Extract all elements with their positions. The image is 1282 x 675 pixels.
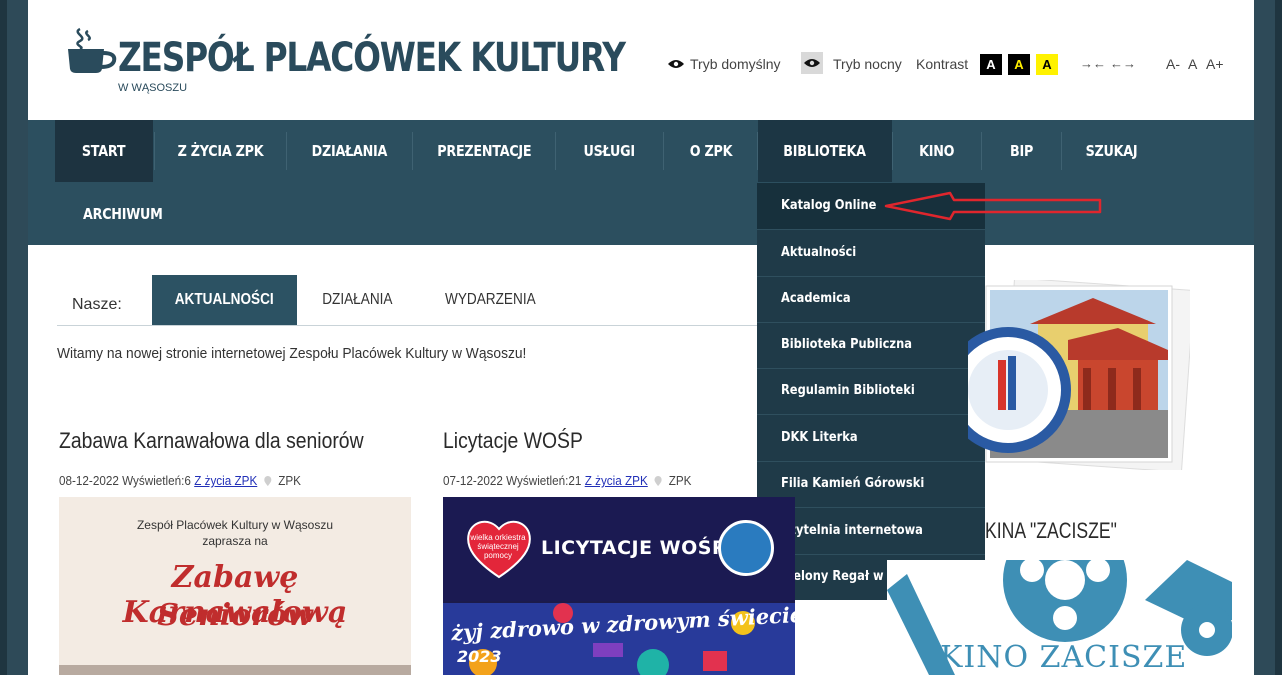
post-views: Wyświetleń:21: [506, 473, 582, 488]
thumbnail-text: Zespół Placówek Kultury w Wąsoszu: [136, 518, 334, 532]
post-location: ZPK: [278, 473, 301, 488]
thumbnail-text: zaprasza na: [202, 534, 268, 548]
letter-spacing-wide-button[interactable]: ←→: [1110, 56, 1136, 71]
nav-szukaj[interactable]: SZUKAJ: [1062, 120, 1160, 182]
dropdown-item-regulamin-biblioteki[interactable]: Regulamin Biblioteki: [757, 368, 985, 414]
kino-banner-text: KINO ZACISZE: [940, 640, 1188, 675]
site-header: ZESPÓŁ PLACÓWEK KULTURY W WĄSOSZU Tryb d…: [28, 0, 1254, 120]
font-smaller-button[interactable]: A-: [1166, 56, 1180, 72]
post-title-link[interactable]: Licytacje WOŚP: [443, 428, 583, 454]
thumbnail-headline: LICYTACJE WOŚP: [541, 537, 727, 559]
contrast-yellow-black-button[interactable]: A: [1036, 54, 1058, 75]
post-date: 07-12-2022: [443, 473, 503, 488]
wosp-badge-icon: [718, 520, 774, 576]
eye-icon: [668, 60, 684, 68]
contrast-black-white-button[interactable]: A: [980, 54, 1002, 75]
tab-wydarzenia[interactable]: WYDARZENIA: [425, 275, 555, 325]
welcome-text: Witamy na nowej stronie internetowej Zes…: [57, 345, 527, 362]
thumbnail-headline: Seniorów: [157, 598, 313, 633]
dropdown-item-dkk-literka[interactable]: DKK Literka: [757, 415, 985, 461]
mode-night-button[interactable]: Tryb nocny: [833, 56, 902, 72]
page-frame-left-edge: [0, 0, 7, 675]
dropdown-item-academica[interactable]: Academica: [757, 276, 985, 322]
letter-spacing-narrow-button[interactable]: →←: [1080, 56, 1106, 71]
nav-bip[interactable]: BIP: [982, 120, 1061, 182]
site-subtitle: W WĄSOSZU: [118, 82, 188, 94]
library-building-photo[interactable]: [968, 280, 1190, 470]
post-meta: 07-12-2022 Wyświetleń:21 Z życia ZPK ZPK: [443, 473, 691, 488]
nav-o-zpk[interactable]: O ZPK: [664, 120, 757, 182]
post-category-link[interactable]: Z życia ZPK: [194, 473, 257, 488]
post-category-link[interactable]: Z życia ZPK: [585, 473, 648, 488]
contrast-black-yellow-button[interactable]: A: [1008, 54, 1030, 75]
tab-aktualnosci[interactable]: AKTUALNOŚCI: [152, 275, 297, 325]
nav-z-zycia-zpk[interactable]: Z ŻYCIA ZPK: [155, 120, 286, 182]
post-thumbnail-zabawa[interactable]: Zespół Placówek Kultury w Wąsoszu zapras…: [59, 497, 411, 675]
thumbnail-year: 2023: [457, 647, 502, 666]
post-title-link[interactable]: Zabawa Karnawałowa dla seniorów: [59, 428, 364, 454]
site-title[interactable]: ZESPÓŁ PLACÓWEK KULTURY: [118, 38, 626, 78]
font-normal-button[interactable]: A: [1188, 56, 1197, 72]
coffee-cup-icon[interactable]: [66, 27, 118, 73]
post-meta: 08-12-2022 Wyświetleń:6 Z życia ZPK ZPK: [59, 473, 301, 488]
kino-section-heading: KINA "ZACISZE": [985, 518, 1117, 543]
post-thumbnail-wosp[interactable]: wielka orkiestra świątecznej pomocy LICY…: [443, 497, 795, 675]
dropdown-item-aktualnosci[interactable]: Aktualności: [757, 230, 985, 276]
nav-prezentacje[interactable]: PREZENTACJE: [413, 120, 555, 182]
thumbnail-photo-strip: [59, 665, 411, 675]
tab-dzialania[interactable]: DZIAŁANIA: [305, 275, 410, 325]
contrast-label: Kontrast: [916, 56, 969, 72]
nav-start[interactable]: START: [55, 120, 153, 182]
nav-archiwum[interactable]: ARCHIWUM: [55, 183, 191, 245]
mode-default-button[interactable]: Tryb domyślny: [668, 56, 781, 72]
font-larger-button[interactable]: A+: [1206, 56, 1224, 72]
location-pin-icon: [264, 476, 272, 486]
nav-dzialania[interactable]: DZIAŁANIA: [287, 120, 412, 182]
main-navigation: START Z ŻYCIA ZPK DZIAŁANIA PREZENTACJE …: [28, 120, 1254, 245]
nav-uslugi[interactable]: USŁUGI: [556, 120, 663, 182]
post-location: ZPK: [668, 473, 692, 488]
nav-biblioteka[interactable]: BIBLIOTEKA: [758, 120, 892, 182]
wosp-logo-text: wielka orkiestra świątecznej pomocy: [470, 533, 526, 560]
dropdown-item-biblioteka-publiczna[interactable]: Biblioteka Publiczna: [757, 322, 985, 368]
tabs-label: Nasze:: [72, 296, 122, 313]
mode-default-label: Tryb domyślny: [690, 56, 781, 72]
post-views: Wyświetleń:6: [122, 473, 191, 488]
mode-night-label: Tryb nocny: [833, 56, 902, 72]
annotation-arrow-icon: [884, 191, 1102, 221]
tabs-underline: [57, 325, 757, 326]
post-date: 08-12-2022: [59, 473, 119, 488]
location-pin-icon: [654, 476, 662, 486]
page-frame-right-edge: [1275, 0, 1282, 675]
eye-icon: [804, 59, 820, 67]
nav-kino[interactable]: KINO: [893, 120, 981, 182]
